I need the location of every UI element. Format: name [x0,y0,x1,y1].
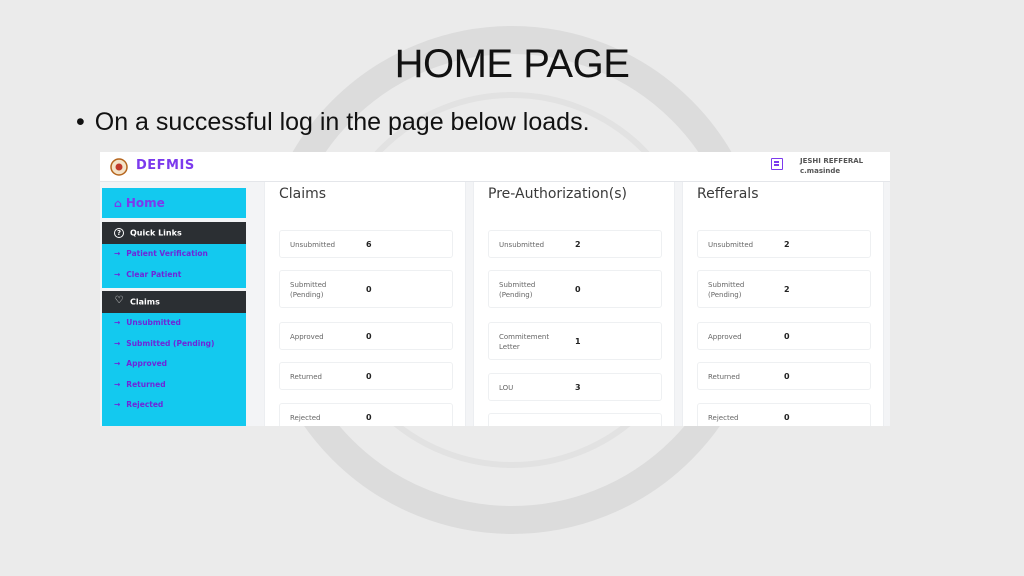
sidebar-item-rejected[interactable]: → Rejected [102,395,246,416]
home-label: Home [125,196,165,210]
claims-links-list: → Unsubmitted → Submitted (Pending) → Appro… [102,313,246,426]
sidebar-item-submitted-pending[interactable]: → Submitted (Pending) [102,334,246,355]
stat-preauth-unsubmitted[interactable]: Unsubmitted 2 [488,230,662,258]
claims-panel-title: Claims [279,186,327,202]
stat-claims-submitted-pending[interactable]: Submitted (Pending) 0 [279,270,453,308]
preauth-panel: Pre-Authorization(s) Unsubmitted 2 Submi… [473,182,675,426]
bullet-dot: • [76,108,85,136]
quick-links-header[interactable]: ? Quick Links [102,222,246,244]
slide-title: HOME PAGE [394,42,630,86]
app-screenshot: DEFMIS JESHI REFFERAL c.masinde ⌂ Home ? Q… [100,152,890,426]
quick-links-title: Quick Links [130,228,182,238]
stat-claims-rejected[interactable]: Rejected 0 [279,403,453,426]
stat-referrals-submitted-pending[interactable]: Submitted (Pending) 2 [697,270,871,308]
claims-section-title: Claims [130,297,160,307]
stat-preauth-more[interactable] [488,413,662,426]
hands-icon: ♡ [114,295,124,306]
arrow-icon: → [114,379,121,389]
user-info[interactable]: JESHI REFFERAL c.masinde [800,156,863,176]
stat-preauth-lou[interactable]: LOU 3 [488,373,662,401]
preauth-panel-title: Pre-Authorization(s) [488,186,627,202]
user-menu-icon[interactable] [771,158,783,170]
sidebar-item-returned[interactable]: → Returned [102,375,246,396]
claims-panel: Claims Unsubmitted 6 Submitted (Pending)… [264,182,466,426]
arrow-icon: → [114,400,121,409]
sidebar-item-clear-patient[interactable]: → Clear Patient [102,265,246,286]
claims-header[interactable]: ♡ Claims [102,291,246,313]
stat-referrals-unsubmitted[interactable]: Unsubmitted 2 [697,230,871,258]
user-role: JESHI REFFERAL [800,157,864,165]
arrow-icon: → [114,318,121,327]
stat-referrals-returned[interactable]: Returned 0 [697,362,871,390]
stat-claims-unsubmitted[interactable]: Unsubmitted 6 [279,230,453,258]
home-icon: ⌂ [114,197,122,210]
sidebar-item-patient-verification[interactable]: → Patient Verification [102,244,246,265]
user-handle: c.masinde [800,167,841,175]
app-brand[interactable]: DEFMIS [136,158,195,173]
stat-referrals-approved[interactable]: Approved 0 [697,322,871,350]
stat-referrals-rejected[interactable]: Rejected 0 [697,403,871,426]
stat-claims-approved[interactable]: Approved 0 [279,322,453,350]
arrow-icon: → [114,269,121,279]
sidebar-item-approved[interactable]: → Approved [102,354,246,375]
logo-emblem-icon [110,158,128,176]
question-icon: ? [114,228,124,238]
sidebar: ⌂ Home ? Quick Links → Patient Verification… [100,182,248,426]
sidebar-item-unsubmitted[interactable]: → Unsubmitted [102,313,246,334]
quick-links-list: → Patient Verification → Clear Patient [102,244,246,288]
stat-preauth-commitment-letter[interactable]: Commitement Letter 1 [488,322,662,360]
slide-bullet: • On a successful log in the page below l… [76,108,590,137]
sidebar-item-home[interactable]: ⌂ Home [102,188,246,218]
stat-preauth-submitted-pending[interactable]: Submitted (Pending) 0 [488,270,662,308]
referrals-panel: Refferals Unsubmitted 2 Submitted (Pendi… [682,182,884,426]
stat-claims-returned[interactable]: Returned 0 [279,362,453,390]
referrals-panel-title: Refferals [697,186,759,202]
arrow-icon: → [114,249,121,258]
arrow-icon: → [114,338,121,348]
arrow-icon: → [114,359,121,368]
top-bar: DEFMIS JESHI REFFERAL c.masinde [100,152,890,182]
bullet-text: On a successful log in the page below lo… [94,108,590,136]
